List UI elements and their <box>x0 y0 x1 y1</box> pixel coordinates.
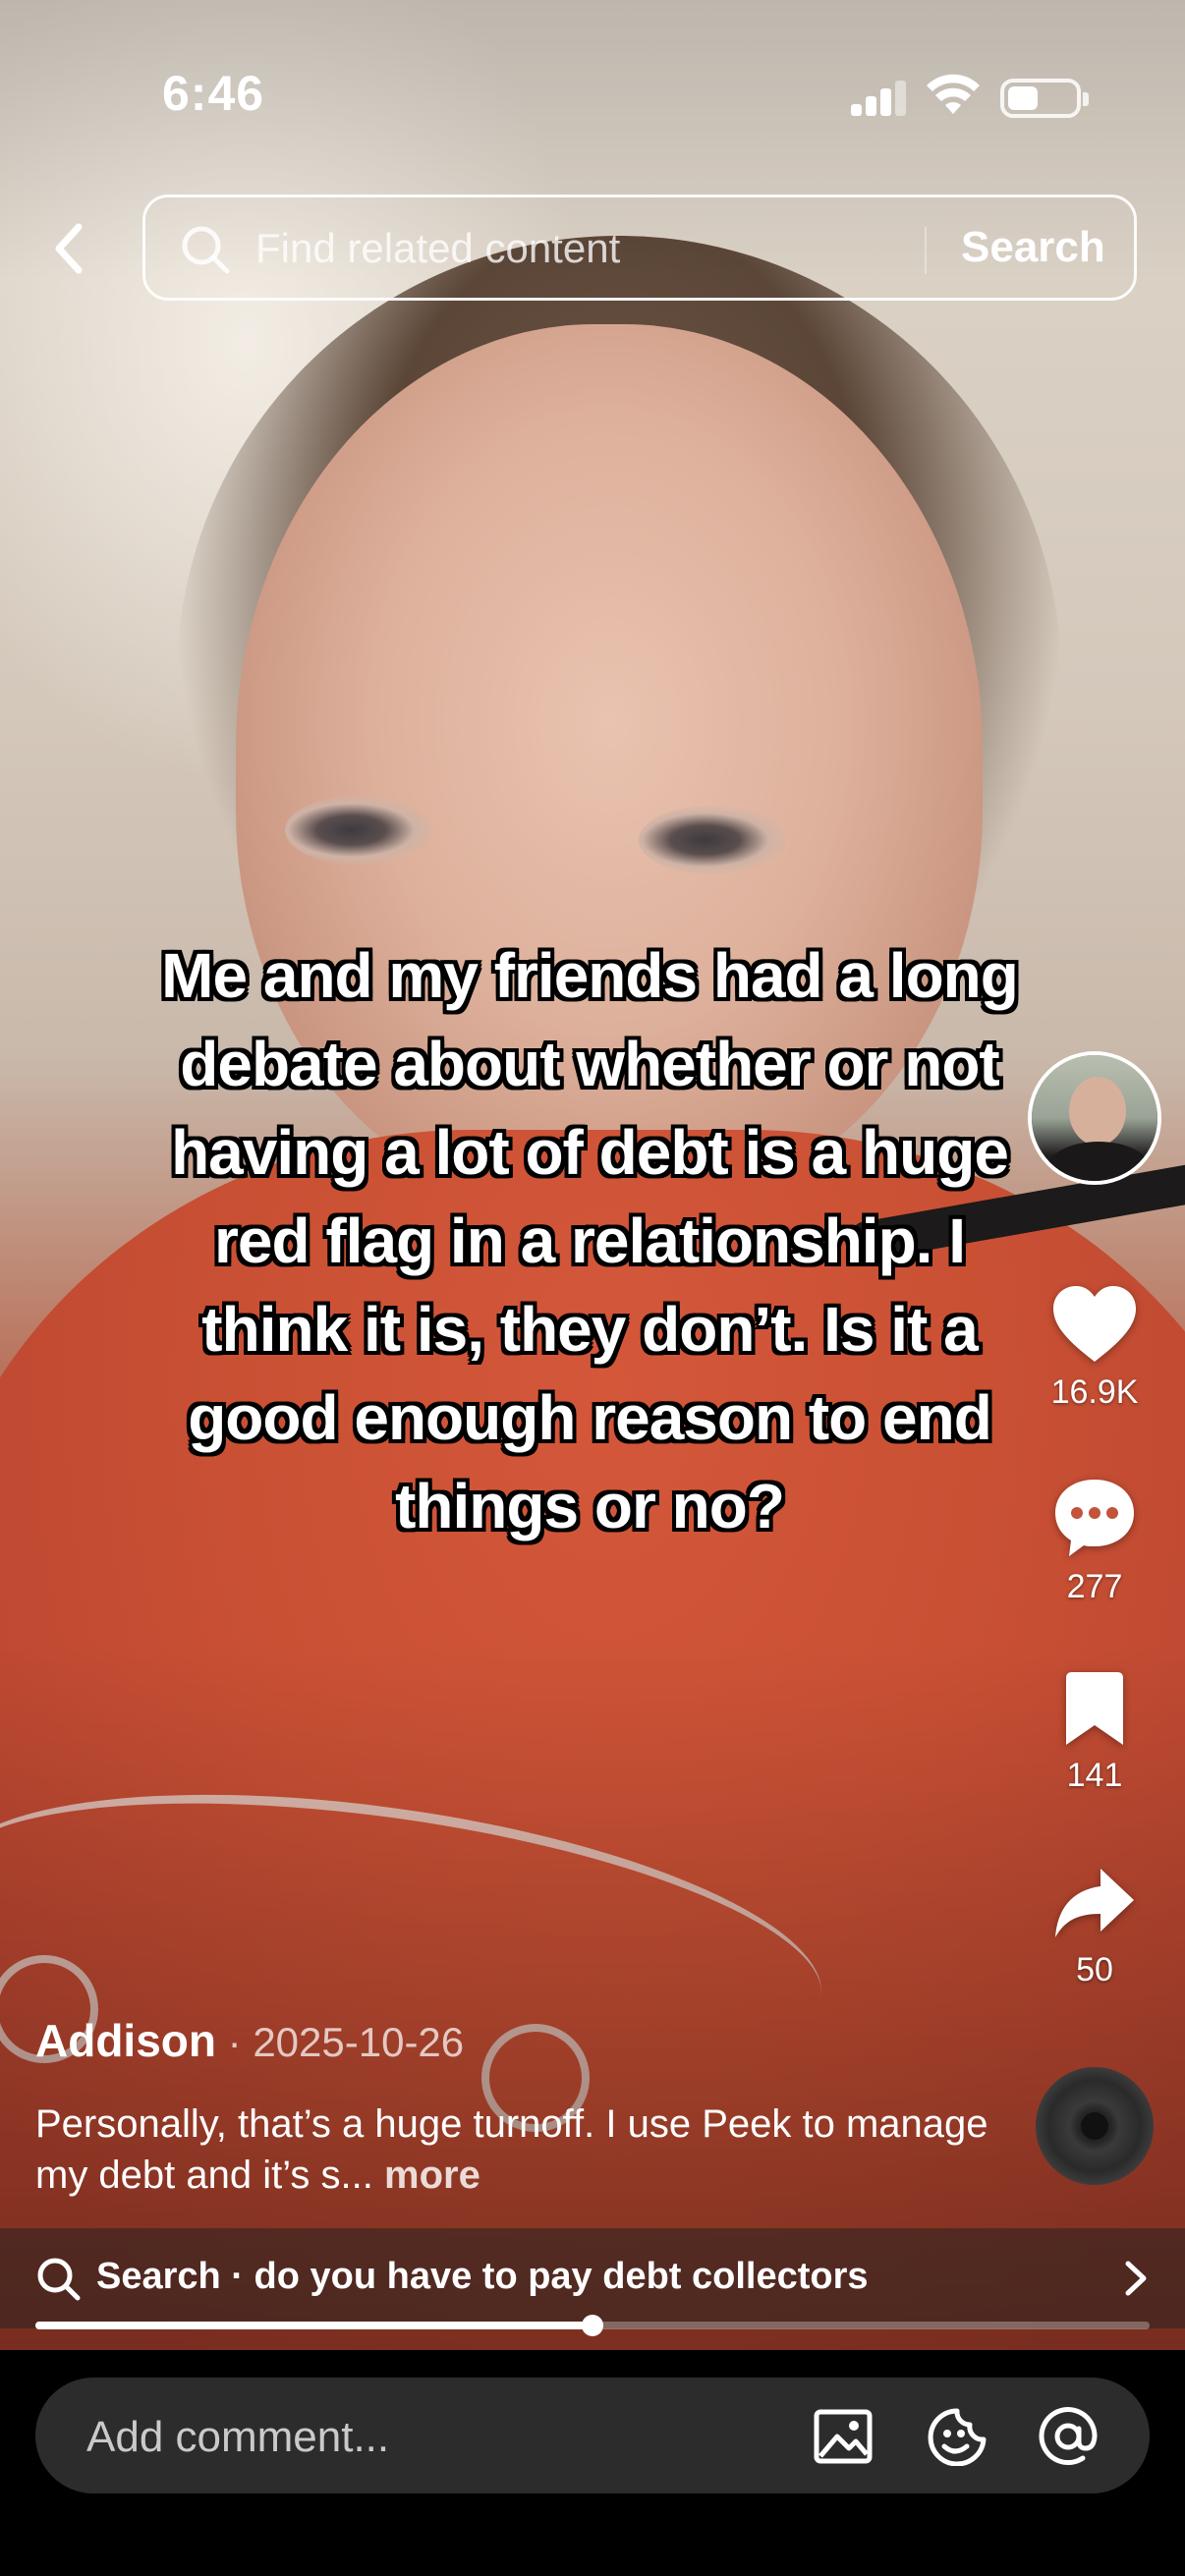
share-button[interactable]: 50 <box>1026 1865 1163 1989</box>
battery-icon <box>1000 79 1089 118</box>
share-count: 50 <box>1076 1951 1113 1988</box>
video-progress-fill <box>35 2322 592 2329</box>
search-input[interactable]: Find related content <box>255 225 620 272</box>
author-name[interactable]: Addison <box>35 2015 216 2066</box>
date-separator: · <box>215 2019 254 2065</box>
video-scrubber-handle[interactable] <box>582 2315 603 2336</box>
more-link[interactable]: more <box>384 2154 480 2197</box>
wifi-icon <box>927 74 980 114</box>
bookmark-button[interactable]: 141 <box>1026 1670 1163 1795</box>
search-icon <box>182 226 230 274</box>
bookmark-count: 141 <box>1066 1757 1123 1794</box>
bookmark-icon <box>1066 1672 1123 1745</box>
speech-bubble-icon <box>1055 1480 1134 1556</box>
heart-icon <box>1053 1286 1136 1362</box>
author-line: Addison · 2025-10-26 <box>35 2014 464 2067</box>
like-button[interactable]: 16.9K <box>1026 1283 1163 1412</box>
chevron-right-icon <box>1125 2261 1147 2296</box>
status-bar: 6:46 <box>0 0 1185 177</box>
comment-count: 277 <box>1066 1568 1123 1605</box>
search-button[interactable]: Search <box>961 223 1105 272</box>
like-count: 16.9K <box>1050 1373 1139 1411</box>
share-arrow-icon <box>1055 1869 1134 1937</box>
video-progress-bar[interactable] <box>35 2315 1150 2336</box>
description-text: Personally, that’s a huge turnoff. I use… <box>35 2102 988 2197</box>
image-icon[interactable] <box>812 2407 875 2466</box>
post-date: 2025-10-26 <box>253 2019 465 2065</box>
status-time: 6:46 <box>162 66 265 121</box>
search-bar[interactable]: Find related content Search <box>142 195 1137 301</box>
search-suggestion-text: Search · do you have to pay debt collect… <box>96 2256 869 2297</box>
video-caption-text: Me and my friends had a long debate abou… <box>161 940 1019 1541</box>
search-divider <box>925 227 927 274</box>
back-button[interactable] <box>39 216 98 281</box>
bottom-comment-area: Add comment... <box>0 2350 1185 2576</box>
at-sign-icon[interactable] <box>1038 2407 1100 2466</box>
chevron-left-icon <box>55 223 83 274</box>
comment-input[interactable]: Add comment... <box>35 2378 1150 2493</box>
comment-placeholder: Add comment... <box>86 2413 390 2461</box>
creator-avatar[interactable] <box>1028 1051 1161 1185</box>
comment-button[interactable]: 277 <box>1026 1476 1163 1606</box>
emoji-icon[interactable] <box>926 2407 988 2466</box>
search-suggestion-bar[interactable]: Search · do you have to pay debt collect… <box>0 2228 1185 2328</box>
battery-level <box>1008 86 1038 110</box>
post-description[interactable]: Personally, that’s a huge turnoff. I use… <box>35 2099 1018 2201</box>
search-icon <box>37 2258 81 2301</box>
music-disc-icon[interactable] <box>1036 2067 1154 2185</box>
cellular-signal-icon <box>851 81 906 116</box>
